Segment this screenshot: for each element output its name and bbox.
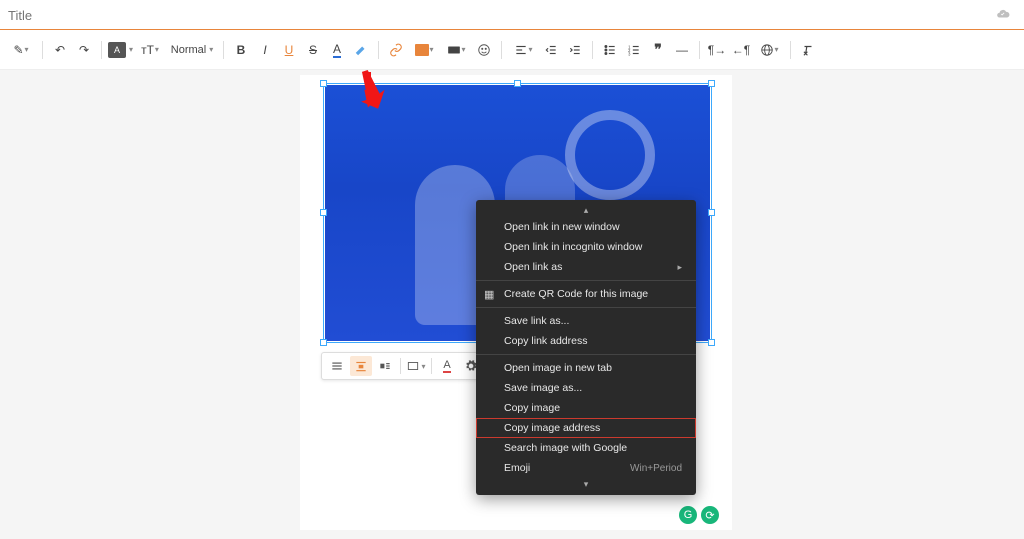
indent-button[interactable] bbox=[564, 38, 586, 62]
paragraph-style-button[interactable]: Normal▾ bbox=[167, 38, 217, 62]
pen-button[interactable]: ✎▾ bbox=[6, 38, 36, 62]
ctx-open-as[interactable]: Open link as▸ bbox=[476, 257, 696, 277]
underline-button[interactable]: U bbox=[278, 38, 300, 62]
annotation-arrow bbox=[356, 70, 386, 110]
language-button[interactable]: ▾ bbox=[754, 38, 784, 62]
grammar-fab-2[interactable]: ⟳ bbox=[701, 506, 719, 524]
ctx-copy-link-addr[interactable]: Copy link address bbox=[476, 331, 696, 351]
editor-canvas: ▾ A ▴ Open link in new window Open link … bbox=[0, 70, 1024, 539]
font-size-button[interactable]: ᴛT▾ bbox=[135, 38, 165, 62]
emoji-button[interactable] bbox=[473, 38, 495, 62]
strikethrough-button[interactable]: S bbox=[302, 38, 324, 62]
wrap-break-button[interactable] bbox=[350, 356, 372, 376]
image-size-button[interactable]: ▾ bbox=[405, 356, 427, 376]
context-scroll-up[interactable]: ▴ bbox=[476, 204, 696, 217]
quote-button[interactable]: ❞ bbox=[647, 38, 669, 62]
clear-format-button[interactable] bbox=[797, 38, 819, 62]
hr-button[interactable]: — bbox=[671, 38, 693, 62]
ctx-copy-img[interactable]: Copy image bbox=[476, 398, 696, 418]
redo-button[interactable]: ↷ bbox=[73, 38, 95, 62]
title-input[interactable] bbox=[8, 8, 996, 23]
wrap-around-button[interactable] bbox=[374, 356, 396, 376]
title-bar bbox=[0, 0, 1024, 30]
rtl-button[interactable]: ←¶ bbox=[730, 38, 752, 62]
ctx-save-link[interactable]: Save link as... bbox=[476, 311, 696, 331]
italic-button[interactable]: I bbox=[254, 38, 276, 62]
ltr-button[interactable]: ¶→ bbox=[706, 38, 728, 62]
align-button[interactable]: ▾ bbox=[508, 38, 538, 62]
link-button[interactable] bbox=[385, 38, 407, 62]
font-color-button[interactable]: A bbox=[326, 38, 348, 62]
grammar-fab-1[interactable]: G bbox=[679, 506, 697, 524]
cloud-saved-icon bbox=[996, 5, 1010, 26]
ctx-save-img[interactable]: Save image as... bbox=[476, 378, 696, 398]
outdent-button[interactable] bbox=[540, 38, 562, 62]
context-menu: ▴ Open link in new window Open link in i… bbox=[476, 200, 696, 495]
main-toolbar: ✎▾ ↶ ↷ A ▾ ᴛT▾ Normal▾ B I U S A ▾ ▾ ▾ 12… bbox=[0, 30, 1024, 70]
grammar-fab-group: G ⟳ bbox=[679, 506, 719, 524]
ctx-create-qr[interactable]: ▦Create QR Code for this image bbox=[476, 284, 696, 304]
ctx-search-google[interactable]: Search image with Google bbox=[476, 438, 696, 458]
ctx-open-img-tab[interactable]: Open image in new tab bbox=[476, 358, 696, 378]
highlight-button[interactable] bbox=[350, 38, 372, 62]
wrap-inline-button[interactable] bbox=[326, 356, 348, 376]
image-toolbar: ▾ A bbox=[321, 352, 487, 380]
undo-button[interactable]: ↶ bbox=[49, 38, 71, 62]
number-list-button[interactable]: 123 bbox=[623, 38, 645, 62]
bold-button[interactable]: B bbox=[230, 38, 252, 62]
qr-icon: ▦ bbox=[484, 288, 494, 301]
ctx-copy-img-addr[interactable]: Copy image address bbox=[476, 418, 696, 438]
ctx-open-incognito[interactable]: Open link in incognito window bbox=[476, 237, 696, 257]
svg-text:3: 3 bbox=[628, 51, 631, 56]
ctx-open-new-window[interactable]: Open link in new window bbox=[476, 217, 696, 237]
bullet-list-button[interactable] bbox=[599, 38, 621, 62]
image-button[interactable]: ▾ bbox=[409, 38, 439, 62]
heading-style-button[interactable]: A bbox=[108, 42, 126, 58]
caption-color-button[interactable]: A bbox=[436, 356, 458, 376]
context-scroll-down[interactable]: ▾ bbox=[476, 478, 696, 491]
ctx-emoji[interactable]: EmojiWin+Period bbox=[476, 458, 696, 478]
video-button[interactable]: ▾ bbox=[441, 38, 471, 62]
